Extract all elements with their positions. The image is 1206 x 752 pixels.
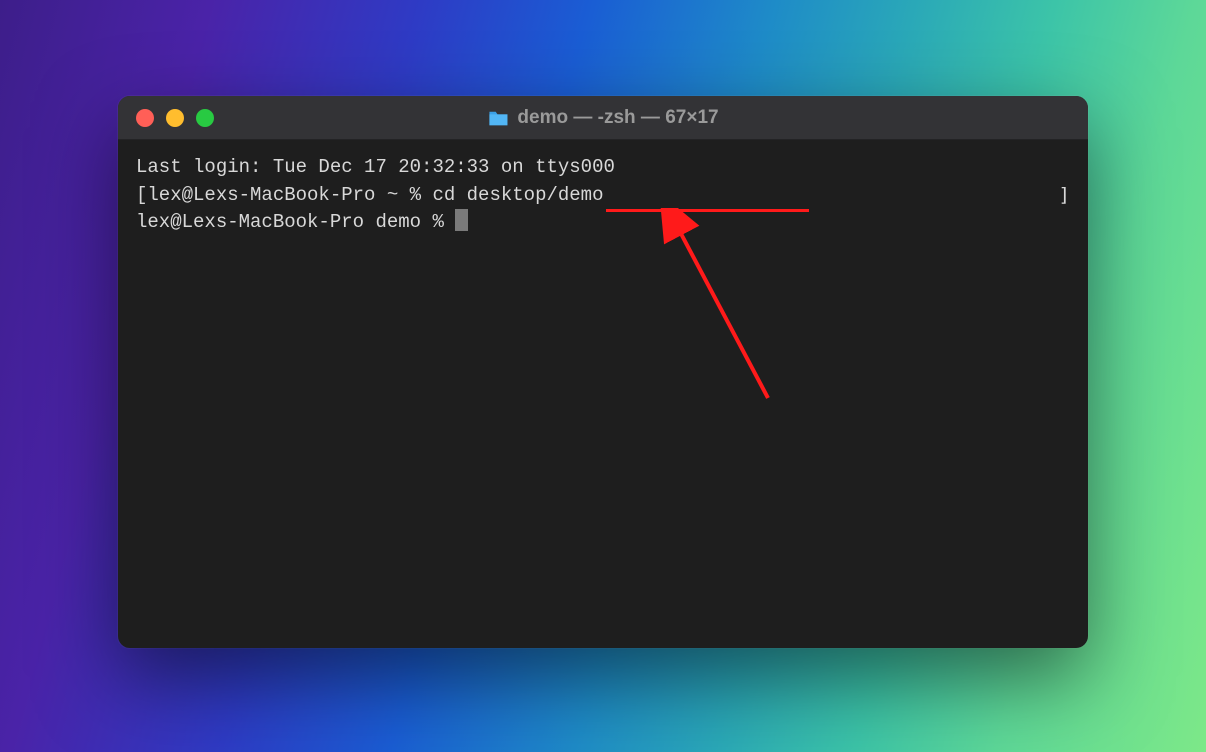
titlebar[interactable]: demo — -zsh — 67×17: [118, 96, 1088, 140]
folder-icon: [487, 109, 509, 127]
terminal-line: [lex@Lexs-MacBook-Pro ~ % cd desktop/dem…: [136, 182, 1070, 210]
terminal-prompt-line: lex@Lexs-MacBook-Pro demo %: [136, 209, 1070, 237]
zoom-button[interactable]: [196, 109, 214, 127]
terminal-line: Last login: Tue Dec 17 20:32:33 on ttys0…: [136, 154, 1070, 182]
terminal-content[interactable]: Last login: Tue Dec 17 20:32:33 on ttys0…: [118, 140, 1088, 648]
window-title: demo — -zsh — 67×17: [517, 107, 718, 129]
terminal-window: demo — -zsh — 67×17 Last login: Tue Dec …: [118, 96, 1088, 648]
window-title-container: demo — -zsh — 67×17: [487, 107, 718, 129]
close-button[interactable]: [136, 109, 154, 127]
bracket-right: ]: [1059, 182, 1070, 210]
minimize-button[interactable]: [166, 109, 184, 127]
annotation-arrow: [628, 208, 788, 408]
terminal-prompt: lex@Lexs-MacBook-Pro demo %: [136, 211, 455, 233]
cursor: [455, 209, 468, 231]
annotation-underline: [606, 209, 809, 212]
traffic-lights: [118, 109, 214, 127]
